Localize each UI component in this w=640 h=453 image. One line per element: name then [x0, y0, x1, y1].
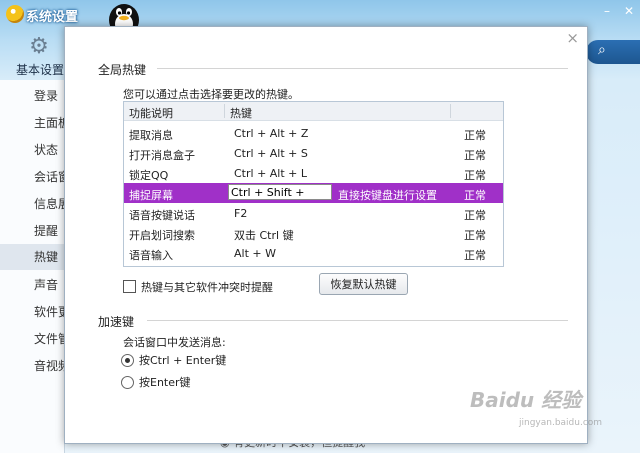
hotkey-hint: 您可以通过点击选择要更改的热键。 [123, 88, 299, 101]
row-status: 正常 [464, 129, 486, 142]
row-hotkey: F2 [234, 207, 248, 220]
close-window-icon[interactable]: ✕ [624, 4, 634, 18]
sidebar-item-sound[interactable]: 声音 [0, 272, 64, 298]
row-function: 语音输入 [129, 249, 173, 262]
restore-default-hotkeys-button[interactable]: 恢复默认热键 [319, 273, 408, 295]
row-status: 正常 [464, 229, 486, 242]
baidu-watermark-url: jingyan.baidu.com [519, 418, 603, 428]
hotkey-table-header: 功能说明 热键 [124, 102, 503, 121]
qq-logo-icon [6, 5, 24, 23]
window-title: 系统设置 [26, 10, 79, 25]
row-hotkey: Ctrl + Alt + Z [234, 127, 309, 140]
sidebar-item-login[interactable]: 登录 [0, 83, 64, 109]
row-hotkey: Alt + W [234, 247, 276, 260]
accelerator-keys-title: 加速键 [98, 315, 135, 329]
sidebar-item-software-update[interactable]: 软件更新 [0, 299, 64, 325]
enter-label[interactable]: 按Enter键 [139, 374, 191, 390]
hotkey-table: 功能说明 热键 提取消息 Ctrl + Alt + Z 正常 打开消息盒子 Ct… [123, 101, 504, 267]
section-divider [157, 68, 568, 69]
table-row-selected[interactable]: 捕捉屏幕 Ctrl + Shift + 直接按键盘进行设置 正常 [124, 183, 503, 203]
sidebar-item-hotkeys[interactable]: 热键 [0, 244, 64, 270]
sidebar-item-reminders[interactable]: 提醒 [0, 218, 64, 244]
row-hotkey: Ctrl + Alt + L [234, 167, 308, 180]
row-status: 正常 [464, 189, 486, 202]
gear-icon[interactable]: ⚙ [26, 34, 52, 60]
table-row[interactable]: 提取消息 Ctrl + Alt + Z 正常 [124, 123, 503, 143]
table-row[interactable]: 锁定QQ Ctrl + Alt + L 正常 [124, 163, 503, 183]
row-hotkey: Ctrl + Alt + S [234, 147, 308, 160]
row-hotkey: 双击 Ctrl 键 [234, 229, 294, 242]
search-button[interactable]: ⌕ [586, 40, 640, 64]
sidebar-item-audio-video[interactable]: 音视频 [0, 353, 64, 379]
column-separator [224, 104, 225, 118]
search-icon: ⌕ [598, 42, 606, 58]
minimize-icon[interactable]: – [604, 4, 610, 18]
table-row[interactable]: 打开消息盒子 Ctrl + Alt + S 正常 [124, 143, 503, 163]
window-controls: – ✕ [604, 4, 634, 18]
row-function: 锁定QQ [129, 169, 169, 182]
column-separator [450, 104, 451, 118]
row-function: 提取消息 [129, 129, 173, 142]
row-status: 正常 [464, 249, 486, 262]
sidebar-item-main-panel[interactable]: 主面板 [0, 110, 64, 136]
sidebar-item-status[interactable]: 状态 [0, 137, 64, 163]
enter-radio[interactable] [121, 376, 134, 389]
row-function: 语音按键说话 [129, 209, 195, 222]
conflict-reminder-checkbox[interactable] [123, 280, 136, 293]
row-function: 开启划词搜索 [129, 229, 195, 242]
row-function: 打开消息盒子 [129, 149, 195, 162]
global-hotkeys-title: 全局热键 [98, 63, 147, 77]
close-icon[interactable]: × [566, 29, 579, 47]
ctrl-enter-radio[interactable] [121, 354, 134, 367]
column-header-hotkey: 热键 [230, 107, 252, 120]
sidebar-item-file-management[interactable]: 文件管理 [0, 326, 64, 352]
table-row[interactable]: 开启划词搜索 双击 Ctrl 键 正常 [124, 223, 503, 243]
row-status: 正常 [464, 209, 486, 222]
baidu-watermark: Baidu 经验 [470, 388, 582, 412]
ctrl-enter-label[interactable]: 按Ctrl + Enter键 [139, 352, 226, 368]
table-row[interactable]: 语音输入 Alt + W 正常 [124, 243, 503, 263]
section-divider [147, 320, 568, 321]
basic-settings-tab[interactable]: 基本设置 [16, 61, 64, 78]
row-status: 正常 [464, 169, 486, 182]
row-setting-hint: 直接按键盘进行设置 [338, 189, 437, 202]
row-status: 正常 [464, 149, 486, 162]
row-function: 捕捉屏幕 [129, 189, 173, 202]
sidebar-item-session-window[interactable]: 会话窗口 [0, 164, 64, 190]
conflict-reminder-label[interactable]: 热键与其它软件冲突时提醒 [141, 279, 273, 295]
send-message-label: 会话窗口中发送消息: [123, 336, 226, 349]
column-header-function: 功能说明 [129, 107, 173, 120]
hotkey-capture-input[interactable]: Ctrl + Shift + [228, 184, 332, 200]
table-row[interactable]: 语音按键说话 F2 正常 [124, 203, 503, 223]
sidebar-item-info-display[interactable]: 信息展示 [0, 191, 64, 217]
hotkey-dialog: × 全局热键 您可以通过点击选择要更改的热键。 功能说明 热键 提取消息 Ctr… [64, 26, 588, 444]
